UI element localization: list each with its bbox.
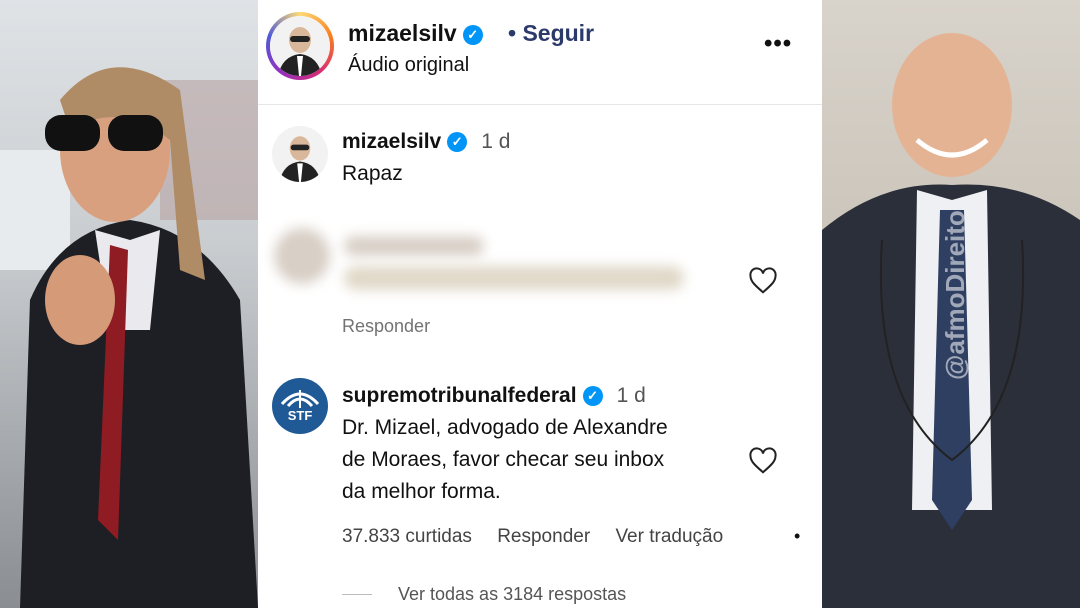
- comment-text: Rapaz: [342, 162, 403, 185]
- left-photo: [0, 0, 258, 608]
- replies-line: [342, 594, 372, 595]
- verified-badge-icon: ✓: [582, 386, 603, 406]
- more-options-icon[interactable]: •••: [764, 30, 792, 58]
- watermark: @afmoDireito: [940, 210, 970, 380]
- comment-time: 1 d: [616, 384, 646, 407]
- blurred-avatar: [274, 228, 330, 284]
- instagram-comments-panel: mizaelsilv ✓ • Seguir Áudio original ••• …: [258, 0, 822, 608]
- comment-username[interactable]: mizaelsilv ✓ 1 d: [342, 130, 510, 154]
- comment-actions: 37.833 curtidas Responder Ver tradução: [342, 526, 743, 548]
- verified-badge-icon: ✓: [447, 132, 468, 152]
- translate-button[interactable]: Ver tradução: [615, 526, 723, 547]
- blurred-text: [344, 266, 684, 290]
- audio-label[interactable]: Áudio original: [348, 54, 469, 77]
- like-heart-icon[interactable]: [748, 266, 778, 296]
- profile-photo: [270, 16, 330, 76]
- options-dot-icon[interactable]: •: [794, 526, 800, 547]
- profile-avatar[interactable]: [266, 12, 334, 80]
- header-divider: [258, 104, 822, 105]
- reply-button[interactable]: Responder: [342, 316, 430, 337]
- comment-time: 1 d: [481, 130, 511, 153]
- verified-badge-icon: ✓: [462, 25, 483, 45]
- like-heart-icon[interactable]: [748, 446, 778, 476]
- follow-button[interactable]: • Seguir: [508, 20, 594, 47]
- likes-count[interactable]: 37.833 curtidas: [342, 526, 472, 547]
- blurred-username: [344, 236, 484, 256]
- comment-text: Dr. Mizael, advogado de Alexandre de Mor…: [342, 416, 668, 503]
- view-all-replies[interactable]: Ver todas as 3184 respostas: [342, 584, 626, 605]
- reply-button[interactable]: Responder: [497, 526, 590, 547]
- comment-username[interactable]: supremotribunalfederal ✓ 1 d: [342, 384, 646, 408]
- stf-logo-icon: [280, 390, 320, 408]
- stf-avatar[interactable]: STF: [272, 378, 328, 434]
- comment-avatar[interactable]: [272, 126, 328, 182]
- stf-logo-label: STF: [287, 408, 313, 423]
- header-username[interactable]: mizaelsilv ✓: [348, 20, 483, 47]
